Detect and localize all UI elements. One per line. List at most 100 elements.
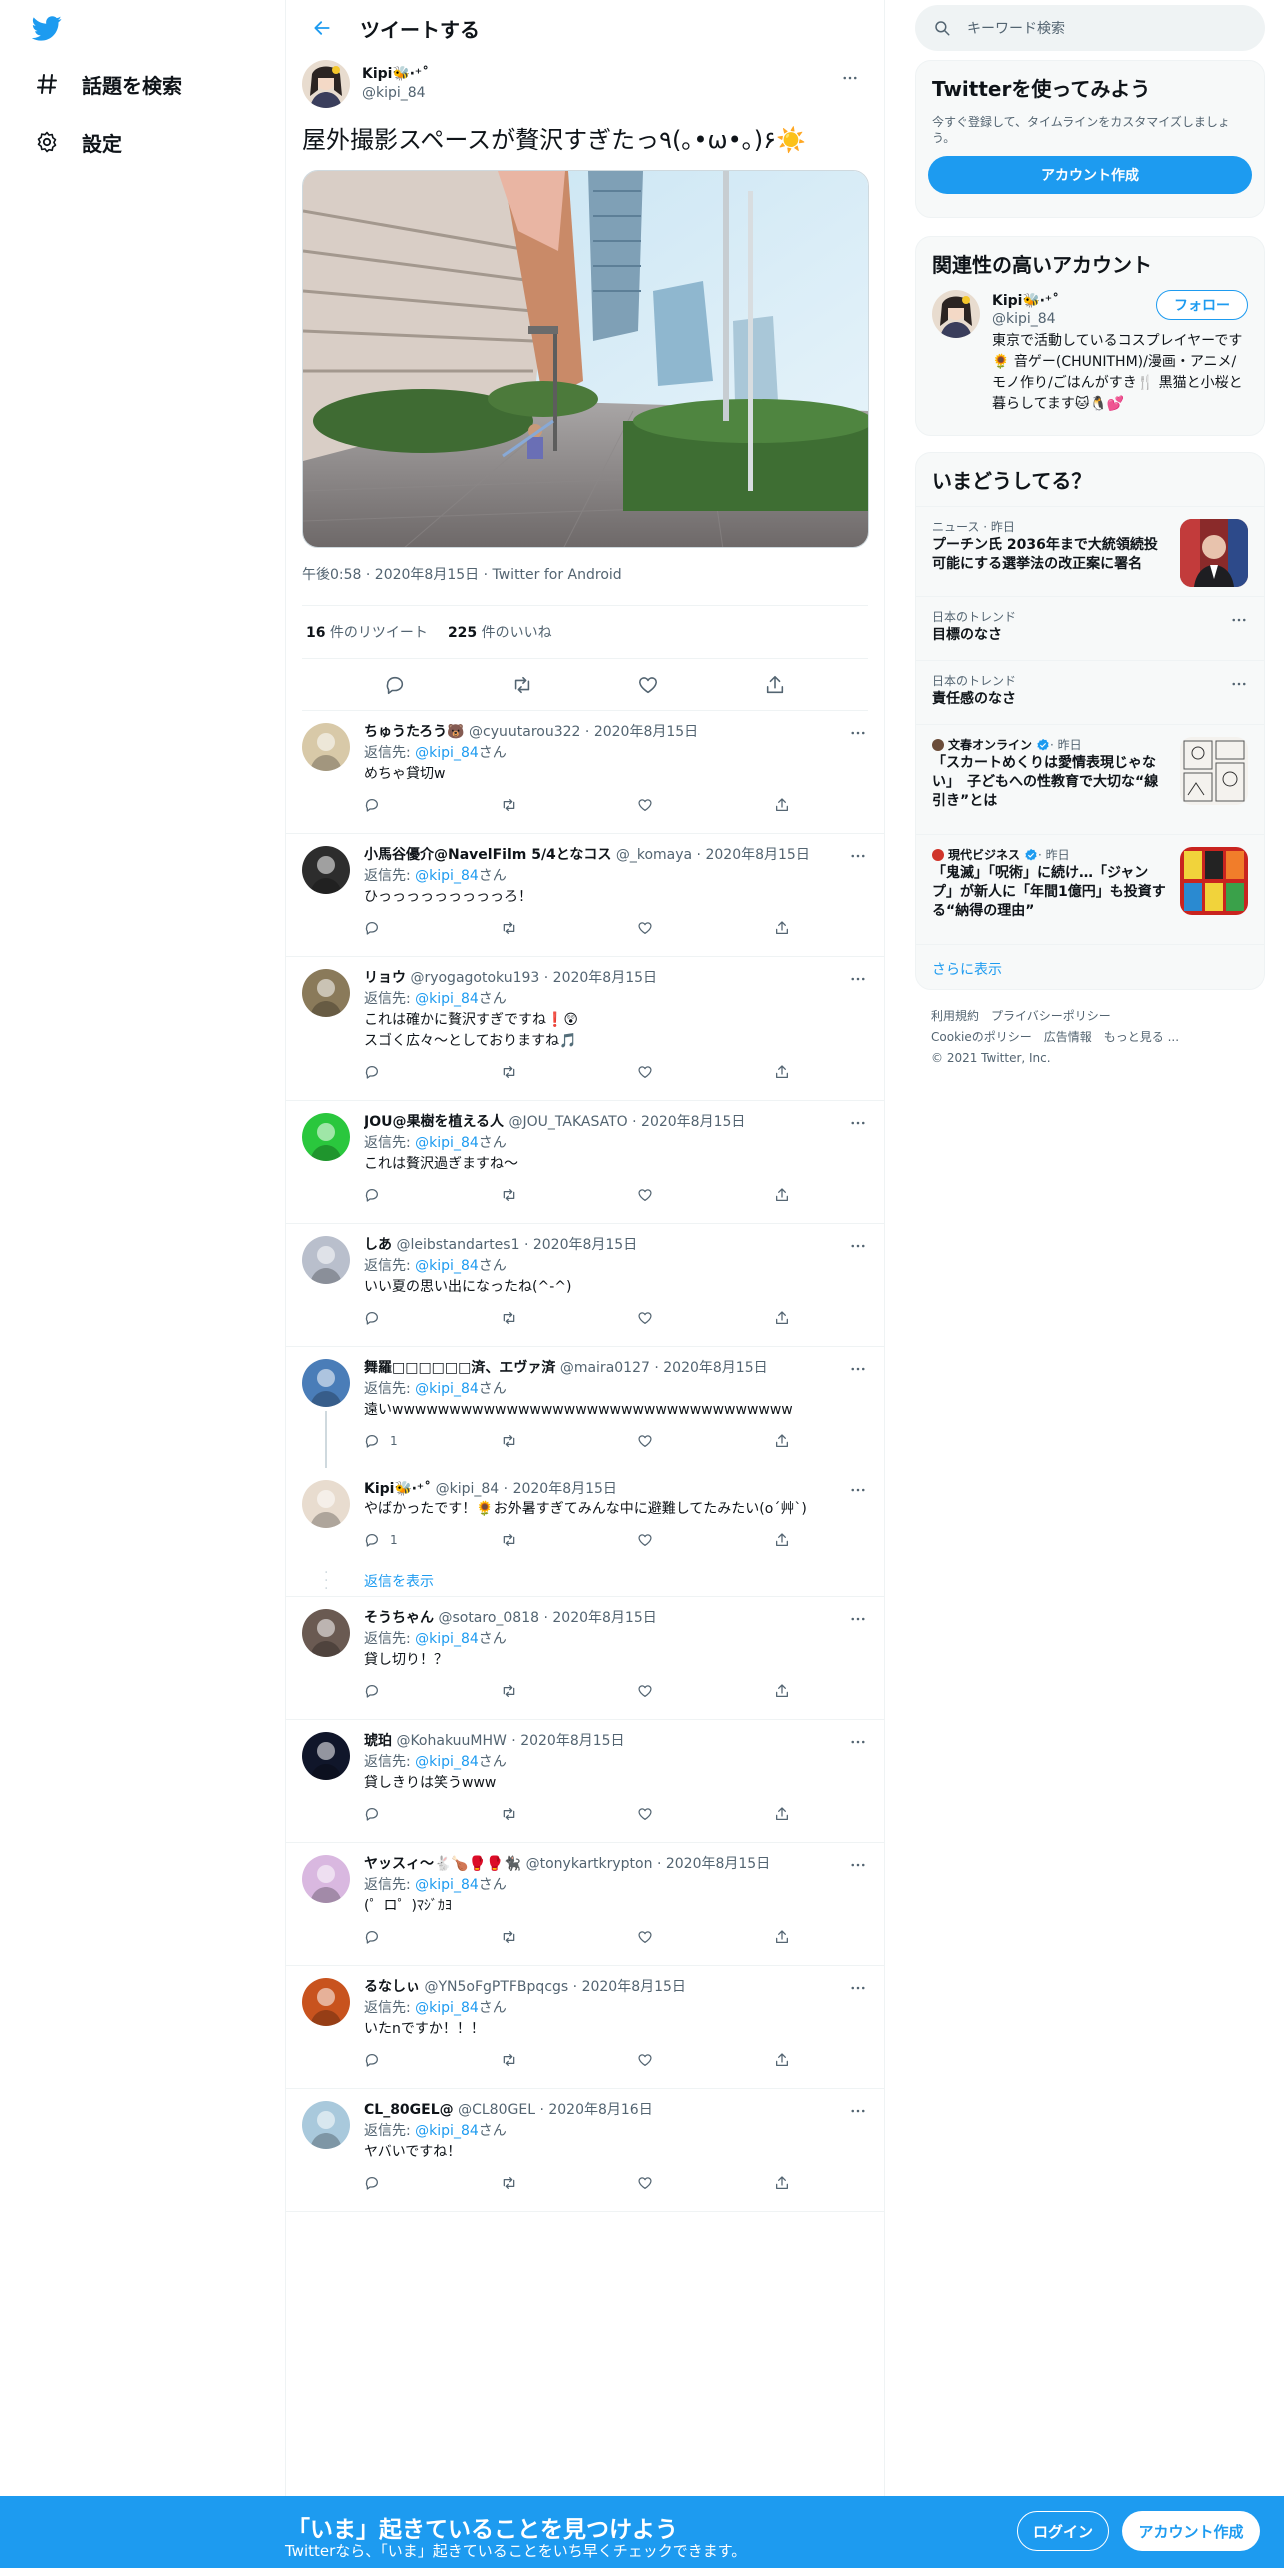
ads-link[interactable]: 広告情報 [1044, 1030, 1092, 1044]
share-button[interactable] [774, 1929, 794, 1945]
reply-tweet[interactable]: ちゅうたろう🐻 @cyuutarou322 · 2020年8月15日 返信先: @… [286, 711, 884, 834]
tweet-photo[interactable] [302, 170, 869, 548]
reply-author-name[interactable]: CL_80GEL@ [364, 2102, 454, 2118]
show-more-link[interactable]: さらに表示 [916, 944, 1264, 989]
avatar[interactable] [302, 846, 350, 894]
like-button[interactable] [637, 1532, 733, 1548]
trend-item[interactable]: ニュース · 昨日 プーチン氏 2036年まで大統領続投可能にする選挙法の改正案… [916, 506, 1264, 596]
reply-to-link[interactable]: @kipi_84 [415, 745, 479, 761]
heart-icon[interactable] [636, 673, 660, 697]
reply-date[interactable]: 2020年8月15日 [513, 1481, 617, 1497]
reply-to-link[interactable]: @kipi_84 [415, 1631, 479, 1647]
reply-tweet[interactable]: るなしぃ @YN5oFgPTFBpqcgs · 2020年8月15日 返信先: @… [286, 1966, 884, 2089]
reply-date[interactable]: 2020年8月15日 [705, 847, 809, 863]
reply-to-link[interactable]: @kipi_84 [415, 1381, 479, 1397]
reply-button[interactable] [364, 1064, 460, 1080]
retweet-button[interactable] [501, 1310, 597, 1326]
more-icon[interactable] [846, 2099, 870, 2123]
share-button[interactable] [774, 2175, 794, 2191]
more-icon[interactable] [846, 1357, 870, 1381]
reply-to-link[interactable]: @kipi_84 [415, 991, 479, 1007]
reply-tweet[interactable]: 琥珀 @KohakuuMHW · 2020年8月15日 返信先: @kipi_84… [286, 1720, 884, 1843]
reply-author-handle[interactable]: @leibstandartes1 [396, 1237, 519, 1253]
reply-button[interactable] [364, 1310, 460, 1326]
reply-author-name[interactable]: ちゅうたろう🐻 [364, 724, 465, 740]
reply-tweet[interactable]: 舞羅□□□□□□済、エヴァ済 @maira0127 · 2020年8月15日 返信… [286, 1347, 884, 1468]
reply-tweet[interactable]: リョウ @ryogagotoku193 · 2020年8月15日 返信先: @ki… [286, 957, 884, 1101]
reply-author-name[interactable]: ヤッスィ～🐇🍗🥊🥊🐈‍⬛ [364, 1856, 521, 1872]
more-icon[interactable] [1230, 675, 1248, 693]
trend-item[interactable]: 現代ビジネス · 昨日 「鬼滅」「呪術」に続け…「ジャンプ」が新人に「年間1億円… [916, 834, 1264, 944]
reply-date[interactable]: 2020年8月15日 [552, 1610, 656, 1626]
share-button[interactable] [774, 1187, 794, 1203]
reply-author-name[interactable]: 舞羅□□□□□□済、エヴァ済 [364, 1360, 555, 1376]
back-arrow-icon[interactable] [306, 12, 338, 44]
like-button[interactable] [637, 1187, 733, 1203]
reply-icon[interactable] [383, 673, 407, 697]
retweet-button[interactable] [501, 1433, 597, 1449]
reply-to-link[interactable]: @kipi_84 [415, 2123, 479, 2139]
retweet-button[interactable] [501, 1064, 597, 1080]
terms-link[interactable]: 利用規約 [931, 1009, 979, 1023]
reply-date[interactable]: 2020年8月15日 [553, 970, 657, 986]
reply-author-name[interactable]: Kipi🐝‧⁺˚ [364, 1481, 431, 1497]
more-icon[interactable] [846, 1853, 870, 1877]
retweet-button[interactable] [501, 1929, 597, 1945]
like-button[interactable] [637, 1806, 733, 1822]
like-stat[interactable]: 225 件のいいね [448, 622, 552, 642]
more-icon[interactable] [846, 967, 870, 991]
reply-author-name[interactable]: 琥珀 [364, 1733, 392, 1749]
cookie-link[interactable]: Cookieのポリシー [931, 1030, 1032, 1044]
reply-tweet[interactable]: しあ @leibstandartes1 · 2020年8月15日 返信先: @ki… [286, 1224, 884, 1347]
author-name[interactable]: Kipi🐝‧⁺˚ [362, 65, 429, 84]
login-button[interactable]: ログイン [1017, 2511, 1109, 2551]
share-button[interactable] [774, 1310, 794, 1326]
reply-tweet[interactable]: ヤッスィ～🐇🍗🥊🥊🐈‍⬛ @tonykartkrypton · 2020年8月1… [286, 1843, 884, 1966]
share-button[interactable] [774, 1064, 794, 1080]
reply-tweet[interactable]: Kipi🐝‧⁺˚ @kipi_84 · 2020年8月15日 やばかったです！🌻お… [286, 1468, 884, 1565]
share-button[interactable] [774, 1683, 794, 1699]
retweet-button[interactable] [501, 920, 597, 936]
reply-date[interactable]: 2020年8月15日 [520, 1733, 624, 1749]
more-icon[interactable] [846, 1478, 870, 1502]
reply-to-link[interactable]: @kipi_84 [415, 1135, 479, 1151]
nav-settings[interactable]: 設定 [32, 122, 122, 162]
retweet-button[interactable] [501, 2052, 597, 2068]
avatar[interactable] [302, 1978, 350, 2026]
like-button[interactable] [637, 797, 733, 813]
reply-author-handle[interactable]: @maira0127 [560, 1360, 650, 1376]
reply-author-name[interactable]: リョウ [364, 970, 406, 986]
avatar[interactable] [302, 1732, 350, 1780]
more-icon[interactable] [846, 1607, 870, 1631]
reply-author-name[interactable]: しあ [364, 1237, 392, 1253]
avatar[interactable] [302, 1236, 350, 1284]
like-button[interactable] [637, 920, 733, 936]
reply-button[interactable] [364, 1806, 460, 1822]
search-input[interactable]: キーワード検索 [915, 5, 1265, 51]
reply-tweet[interactable]: CL_80GEL@ @CL80GEL · 2020年8月16日 返信先: @kip… [286, 2089, 884, 2212]
nav-explore[interactable]: 話題を検索 [32, 64, 182, 104]
share-button[interactable] [774, 1433, 794, 1449]
reply-author-name[interactable]: JOU@果樹を植える人 [364, 1114, 504, 1130]
more-icon[interactable] [846, 1234, 870, 1258]
privacy-link[interactable]: プライバシーポリシー [991, 1009, 1111, 1023]
trend-item[interactable]: 日本のトレンド 責任感のなさ [916, 660, 1264, 724]
reply-date[interactable]: 2020年8月16日 [548, 2102, 652, 2118]
reply-button[interactable]: 1 [364, 1532, 460, 1548]
trend-item[interactable]: 日本のトレンド 目標のなさ [916, 596, 1264, 660]
retweet-button[interactable] [501, 1683, 597, 1699]
retweet-button[interactable] [501, 1532, 597, 1548]
reply-button[interactable] [364, 1187, 460, 1203]
avatar[interactable] [302, 1855, 350, 1903]
retweet-button[interactable] [501, 1187, 597, 1203]
more-icon[interactable] [1230, 611, 1248, 629]
retweet-button[interactable] [501, 2175, 597, 2191]
reply-author-handle[interactable]: @KohakuuMHW [396, 1733, 506, 1749]
show-replies-link[interactable]: · · · 返信を表示 [286, 1565, 884, 1597]
reply-to-link[interactable]: @kipi_84 [415, 1754, 479, 1770]
avatar[interactable] [932, 290, 980, 338]
share-button[interactable] [774, 797, 794, 813]
reply-date[interactable]: 2020年8月15日 [666, 1856, 770, 1872]
reply-button[interactable] [364, 2175, 460, 2191]
retweet-button[interactable] [501, 797, 597, 813]
